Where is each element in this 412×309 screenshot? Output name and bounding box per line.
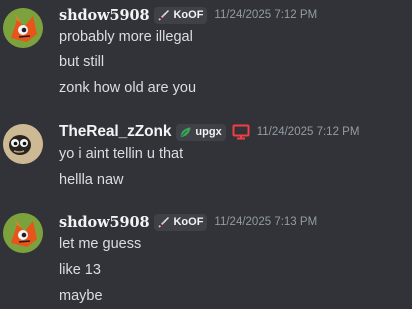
avatar-thereal-zzonk[interactable] xyxy=(3,124,43,164)
message-text: like 13 xyxy=(59,262,101,278)
username[interactable]: shdow5908 xyxy=(59,7,150,24)
message-header: shdow5908 KoOF 11/24/2025 7:13 PM xyxy=(59,211,317,233)
server-tag-label: KoOF xyxy=(173,216,204,228)
timestamp[interactable]: 11/24/2025 7:12 PM xyxy=(257,126,360,138)
avatar-shdow5908[interactable] xyxy=(3,8,43,48)
username[interactable]: TheReal_zZonk xyxy=(59,123,172,141)
chat-message-list: shdow5908 KoOF 11/24/2025 7:12 PM probab… xyxy=(0,0,412,309)
timestamp[interactable]: 11/24/2025 7:13 PM xyxy=(214,216,317,228)
username[interactable]: shdow5908 xyxy=(59,214,150,231)
message-text: let me guess xyxy=(59,236,142,252)
avatar-shdow5908[interactable] xyxy=(3,213,43,253)
server-tag[interactable]: KoOF xyxy=(154,213,208,231)
message-text: hellla naw xyxy=(59,172,124,188)
message-text: maybe xyxy=(59,288,103,304)
message-text: yo i aint tellin u that xyxy=(59,146,184,162)
server-tag-label: upgx xyxy=(195,126,222,138)
server-tag[interactable]: KoOF xyxy=(154,6,208,24)
message-text: zonk how old are you xyxy=(59,80,197,96)
leaf-icon xyxy=(180,127,191,137)
message-header: shdow5908 KoOF 11/24/2025 7:12 PM xyxy=(59,4,317,26)
message-text: but still xyxy=(59,54,105,70)
sword-icon xyxy=(158,216,170,228)
sword-icon xyxy=(158,9,170,21)
desktop-icon xyxy=(232,124,250,140)
server-tag-label: KoOF xyxy=(173,9,204,21)
message-text: probably more illegal xyxy=(59,29,193,45)
server-tag[interactable]: upgx xyxy=(176,123,226,141)
message-header: TheReal_zZonk upgx 11/24/2025 7:12 PM xyxy=(59,121,359,143)
timestamp[interactable]: 11/24/2025 7:12 PM xyxy=(214,9,317,21)
